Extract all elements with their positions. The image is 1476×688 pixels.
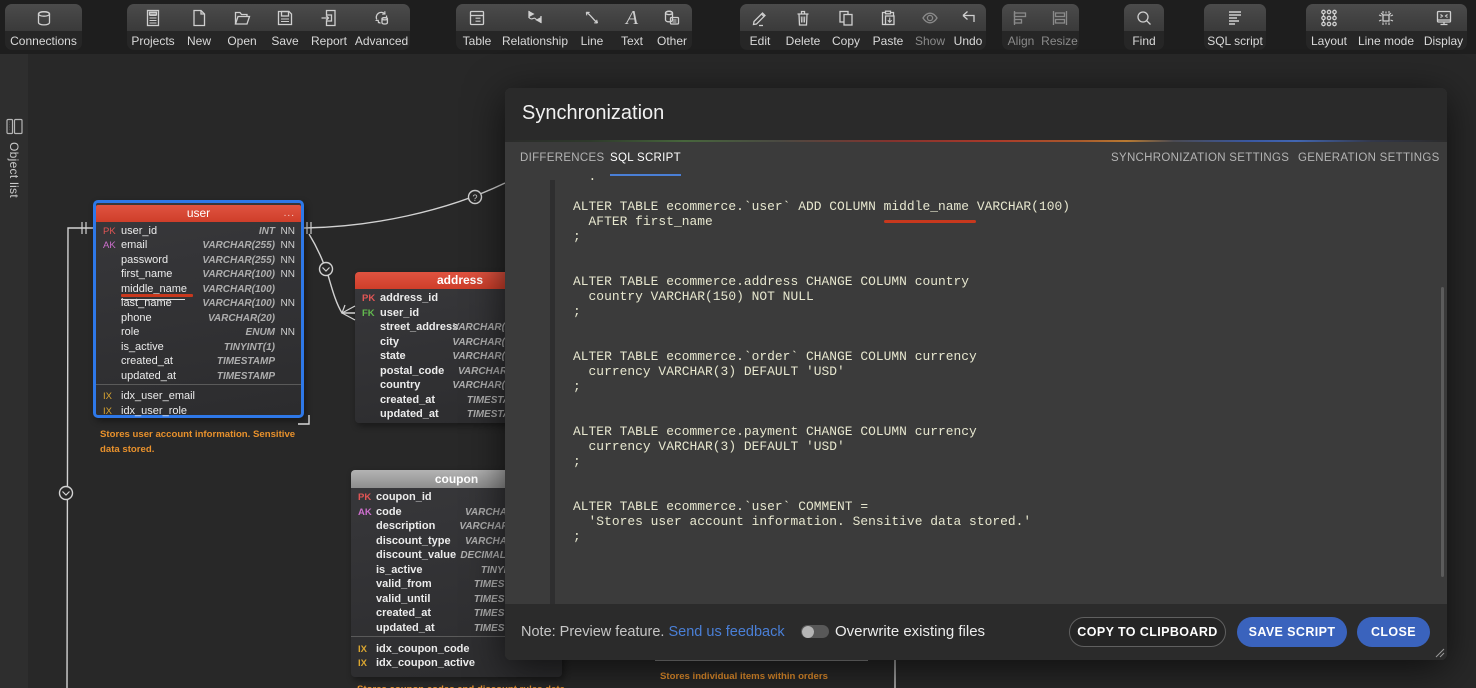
svg-text:?: ? xyxy=(472,193,477,203)
